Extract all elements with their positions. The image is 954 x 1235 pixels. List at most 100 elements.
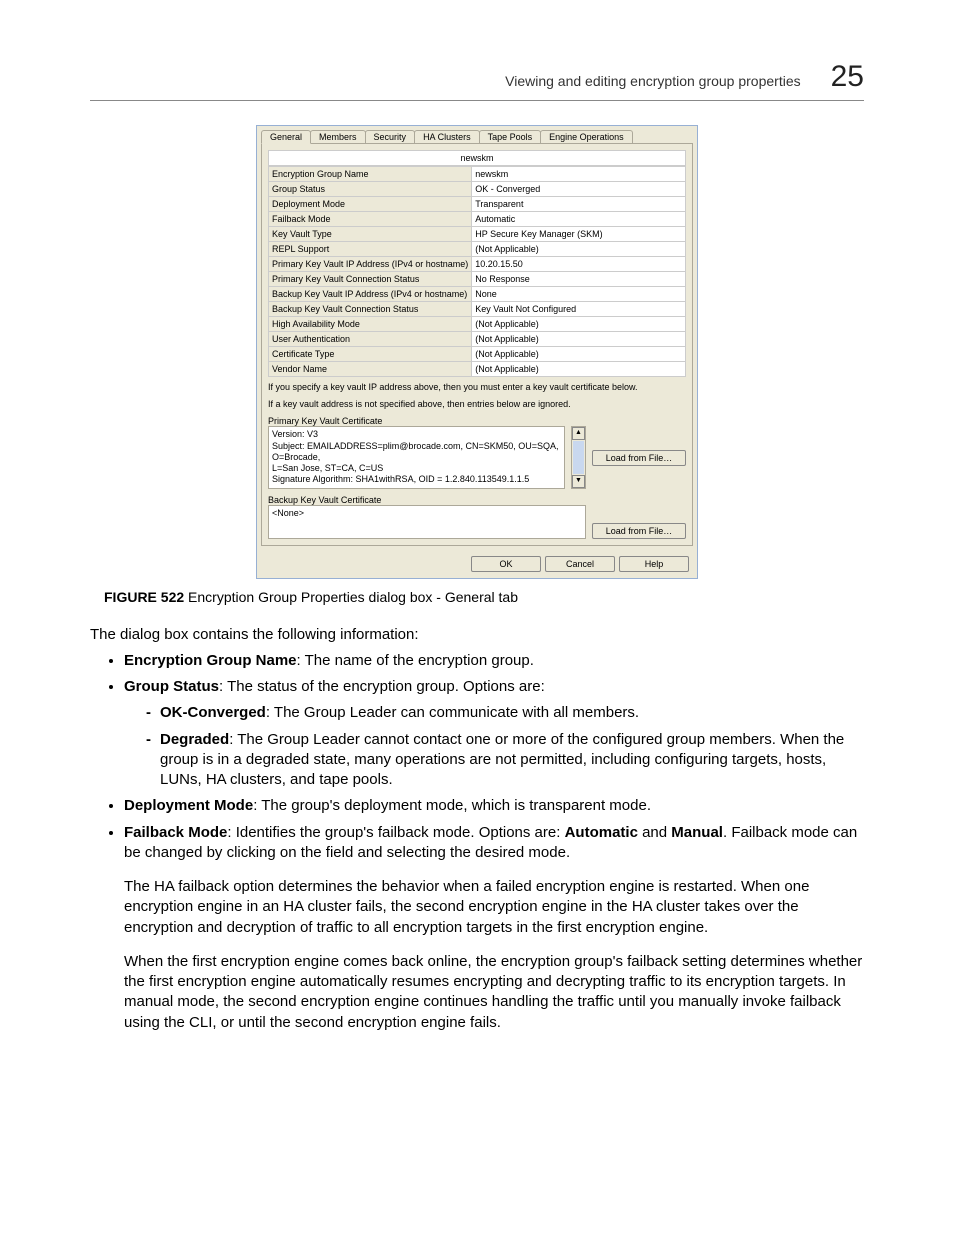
term: Manual [671, 824, 723, 841]
row-label: Primary Key Vault IP Address (IPv4 or ho… [269, 257, 472, 272]
row-label: Vendor Name [269, 362, 472, 377]
term: Encryption Group Name [124, 652, 297, 669]
row-label: High Availability Mode [269, 317, 472, 332]
cert-line: L=San Jose, ST=CA, C=US [272, 463, 561, 474]
row-value: (Not Applicable) [472, 242, 686, 257]
paragraph: When the first encryption engine comes b… [124, 952, 864, 1033]
term-text: : The group's deployment mode, which is … [253, 797, 651, 814]
term: Automatic [565, 824, 638, 841]
tab-members[interactable]: Members [310, 130, 366, 143]
row-label: User Authentication [269, 332, 472, 347]
table-row: User Authentication(Not Applicable) [269, 332, 686, 347]
row-label: Key Vault Type [269, 227, 472, 242]
scroll-down-icon[interactable]: ▼ [572, 475, 585, 488]
primary-cert-textarea[interactable]: Version: V3 Subject: EMAILADDRESS=plim@b… [268, 426, 565, 488]
scrollbar[interactable]: ▲ ▼ [571, 426, 586, 488]
row-label: Failback Mode [269, 212, 472, 227]
row-label: Certificate Type [269, 347, 472, 362]
tab-ha-clusters[interactable]: HA Clusters [414, 130, 480, 143]
row-value[interactable]: None [472, 287, 686, 302]
row-label: REPL Support [269, 242, 472, 257]
term-text: and [638, 824, 671, 841]
term: Failback Mode [124, 824, 227, 841]
tab-general[interactable]: General [261, 130, 311, 144]
paragraph: The HA failback option determines the be… [124, 877, 864, 938]
table-row: Vendor Name(Not Applicable) [269, 362, 686, 377]
row-value[interactable]: 10.20.15.50 [472, 257, 686, 272]
list-item: Failback Mode: Identifies the group's fa… [124, 823, 864, 1033]
table-row: Failback ModeAutomatic [269, 212, 686, 227]
note-line-1: If you specify a key vault IP address ab… [268, 382, 686, 394]
term: OK-Converged [160, 704, 266, 721]
row-value[interactable]: Automatic [472, 212, 686, 227]
group-title-cell: newskm [269, 151, 686, 166]
body-text: The dialog box contains the following in… [90, 625, 864, 1033]
tab-security[interactable]: Security [365, 130, 416, 143]
table-row: Backup Key Vault Connection StatusKey Va… [269, 302, 686, 317]
list-item: Encryption Group Name: The name of the e… [124, 651, 864, 671]
load-backup-cert-button[interactable]: Load from File… [592, 523, 686, 539]
cert-line: Version: V3 [272, 429, 561, 440]
properties-table: Encryption Group Namenewskm Group Status… [268, 166, 686, 377]
cert-line: <None> [272, 508, 304, 518]
tab-strip: General Members Security HA Clusters Tap… [257, 126, 697, 143]
group-title-table: newskm [268, 150, 686, 166]
cert-line: Signature Algorithm: SHA1withRSA, OID = … [272, 474, 561, 485]
tab-engine-operations[interactable]: Engine Operations [540, 130, 633, 143]
tab-tape-pools[interactable]: Tape Pools [479, 130, 542, 143]
row-value: No Response [472, 272, 686, 287]
term-text: : The name of the encryption group. [297, 652, 534, 669]
term: Group Status [124, 678, 219, 695]
table-row: Group StatusOK - Converged [269, 182, 686, 197]
row-value: OK - Converged [472, 182, 686, 197]
table-row: Primary Key Vault Connection StatusNo Re… [269, 272, 686, 287]
cancel-button[interactable]: Cancel [545, 556, 615, 572]
page-header: Viewing and editing encryption group pro… [90, 60, 864, 94]
term: Deployment Mode [124, 797, 253, 814]
row-label: Primary Key Vault Connection Status [269, 272, 472, 287]
figure-caption-text: Encryption Group Properties dialog box -… [188, 589, 518, 605]
note-line-2: If a key vault address is not specified … [268, 399, 686, 411]
figure-caption: FIGURE 522 Encryption Group Properties d… [104, 589, 864, 605]
scroll-up-icon[interactable]: ▲ [572, 427, 585, 440]
intro-line: The dialog box contains the following in… [90, 625, 864, 645]
row-value[interactable]: newskm [472, 167, 686, 182]
scroll-thumb[interactable] [573, 441, 584, 473]
term: Degraded [160, 731, 229, 748]
row-value: Key Vault Not Configured [472, 302, 686, 317]
load-primary-cert-button[interactable]: Load from File… [592, 450, 686, 466]
row-value: Transparent [472, 197, 686, 212]
term-text: : The Group Leader can communicate with … [266, 704, 639, 721]
term-text: : Identifies the group's failback mode. … [227, 824, 564, 841]
primary-cert-section: Primary Key Vault Certificate Version: V… [268, 416, 686, 488]
row-value: (Not Applicable) [472, 332, 686, 347]
row-value: (Not Applicable) [472, 317, 686, 332]
list-item: Deployment Mode: The group's deployment … [124, 796, 864, 816]
dialog-button-row: OK Cancel Help [257, 550, 697, 578]
table-row: Deployment ModeTransparent [269, 197, 686, 212]
header-title: Viewing and editing encryption group pro… [505, 73, 801, 89]
ok-button[interactable]: OK [471, 556, 541, 572]
list-item: Degraded: The Group Leader cannot contac… [146, 730, 864, 791]
row-label: Deployment Mode [269, 197, 472, 212]
table-row: Certificate Type(Not Applicable) [269, 347, 686, 362]
header-rule [90, 100, 864, 101]
encryption-group-dialog: General Members Security HA Clusters Tap… [256, 125, 698, 579]
table-row: REPL Support(Not Applicable) [269, 242, 686, 257]
backup-cert-label: Backup Key Vault Certificate [268, 495, 686, 505]
chapter-number: 25 [831, 60, 864, 94]
table-row: Primary Key Vault IP Address (IPv4 or ho… [269, 257, 686, 272]
table-row: Key Vault TypeHP Secure Key Manager (SKM… [269, 227, 686, 242]
list-item: Group Status: The status of the encrypti… [124, 677, 864, 790]
row-label: Backup Key Vault IP Address (IPv4 or hos… [269, 287, 472, 302]
figure-label: FIGURE 522 [104, 589, 184, 605]
term-text: : The status of the encryption group. Op… [219, 678, 545, 695]
row-label: Encryption Group Name [269, 167, 472, 182]
table-row: Backup Key Vault IP Address (IPv4 or hos… [269, 287, 686, 302]
cert-line: Subject: EMAILADDRESS=plim@brocade.com, … [272, 441, 561, 464]
table-row: High Availability Mode(Not Applicable) [269, 317, 686, 332]
term-text: : The Group Leader cannot contact one or… [160, 731, 844, 789]
list-item: OK-Converged: The Group Leader can commu… [146, 703, 864, 723]
backup-cert-textarea[interactable]: <None> [268, 505, 586, 539]
help-button[interactable]: Help [619, 556, 689, 572]
